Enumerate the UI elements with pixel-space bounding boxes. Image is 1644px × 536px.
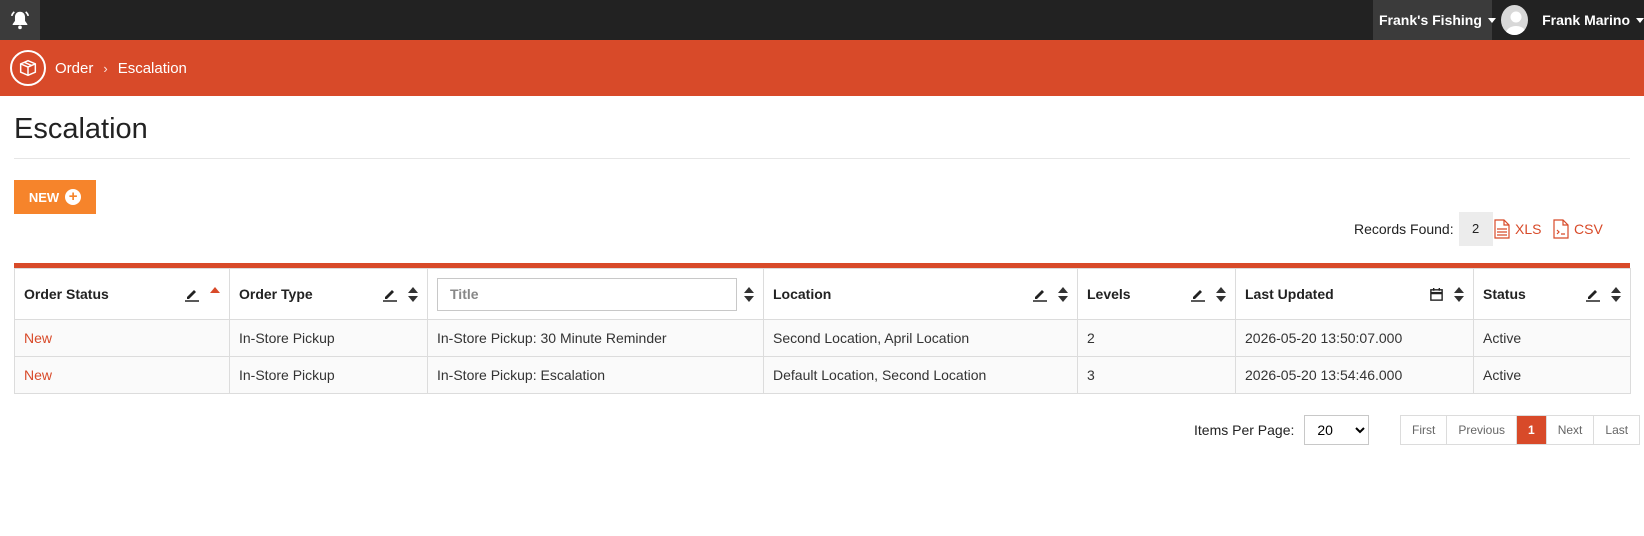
records-count: 2 xyxy=(1458,212,1493,246)
breadcrumb-current: Escalation xyxy=(117,59,187,77)
cell-order-status: New xyxy=(14,356,230,394)
column-label: Order Type xyxy=(239,286,313,302)
page-title: Escalation xyxy=(14,113,148,145)
sort-icon[interactable] xyxy=(744,286,754,302)
export-xls-button[interactable]: XLS xyxy=(1494,218,1541,240)
column-location[interactable]: Location xyxy=(763,268,1078,320)
chevron-down-icon xyxy=(1636,17,1644,23)
cell-order-status: New xyxy=(14,319,230,357)
breadcrumb-order-link[interactable]: Order xyxy=(55,60,93,77)
notifications-button[interactable] xyxy=(0,0,40,40)
csv-file-icon xyxy=(1553,219,1569,239)
cell-status: Active xyxy=(1473,356,1631,394)
column-levels[interactable]: Levels xyxy=(1077,268,1236,320)
next-page-button[interactable]: Next xyxy=(1546,416,1595,444)
column-label: Location xyxy=(773,286,832,302)
pencil-icon[interactable] xyxy=(1032,286,1048,302)
last-page-button[interactable]: Last xyxy=(1594,416,1640,444)
column-label: Order Status xyxy=(24,286,109,302)
avatar xyxy=(1501,5,1529,35)
pencil-icon[interactable] xyxy=(1585,286,1601,302)
user-menu[interactable]: Frank Marino xyxy=(1494,0,1644,40)
sort-icon[interactable] xyxy=(1058,286,1068,302)
new-button-label: NEW xyxy=(28,189,60,205)
sort-icon[interactable] xyxy=(408,286,418,302)
table-row[interactable]: New In-Store Pickup In-Store Pickup: Esc… xyxy=(14,356,1631,394)
user-name: Frank Marino xyxy=(1542,12,1630,28)
cell-title: In-Store Pickup: Escalation xyxy=(427,356,764,394)
cell-location: Second Location, April Location xyxy=(763,319,1078,357)
bell-icon xyxy=(10,11,30,30)
items-per-page: Items Per Page: 20 xyxy=(1194,415,1370,445)
escalation-table: Order Status Order Type Title Location L… xyxy=(14,268,1631,394)
plus-circle-icon: + xyxy=(65,189,82,205)
pencil-icon[interactable] xyxy=(382,286,398,302)
column-label: Levels xyxy=(1087,286,1131,302)
column-status[interactable]: Status xyxy=(1473,268,1631,320)
column-label: Status xyxy=(1483,286,1526,302)
cell-order-type: In-Store Pickup xyxy=(229,319,428,357)
top-navbar: Frank's Fishing Frank Marino xyxy=(0,0,1644,40)
cell-status: Active xyxy=(1473,319,1631,357)
cell-last-updated: 2026-05-20 13:50:07.000 xyxy=(1235,319,1474,357)
title-filter-input[interactable] xyxy=(437,277,737,311)
sort-icon[interactable] xyxy=(1454,286,1464,302)
cell-last-updated: 2026-05-20 13:54:46.000 xyxy=(1235,356,1474,394)
records-found-label: Records Found: xyxy=(1354,221,1454,237)
items-per-page-label: Items Per Page: xyxy=(1194,422,1295,438)
export-csv-button[interactable]: CSV xyxy=(1553,218,1603,240)
csv-label: CSV xyxy=(1574,221,1603,237)
store-selector[interactable]: Frank's Fishing xyxy=(1373,0,1496,40)
package-box-icon xyxy=(10,50,46,86)
cell-order-type: In-Store Pickup xyxy=(229,356,428,394)
calendar-icon[interactable] xyxy=(1429,287,1444,302)
xls-label: XLS xyxy=(1515,221,1542,237)
breadcrumb: Order › Escalation xyxy=(55,40,187,96)
first-page-button[interactable]: First xyxy=(1401,416,1448,444)
table-row[interactable]: New In-Store Pickup In-Store Pickup: 30 … xyxy=(14,319,1631,357)
sort-icon[interactable] xyxy=(1611,286,1621,302)
column-last-updated[interactable]: Last Updated xyxy=(1235,268,1474,320)
order-status-link[interactable]: New xyxy=(24,330,52,346)
column-label: Last Updated xyxy=(1245,286,1334,302)
cell-levels: 2 xyxy=(1077,319,1236,357)
pagination: First Previous 1 Next Last xyxy=(1400,415,1641,445)
sort-icon[interactable] xyxy=(210,286,220,302)
sort-icon[interactable] xyxy=(1216,286,1226,302)
divider xyxy=(14,158,1630,159)
column-order-type[interactable]: Order Type xyxy=(229,268,428,320)
items-per-page-select[interactable]: 20 xyxy=(1304,415,1370,445)
page-1-button[interactable]: 1 xyxy=(1517,416,1547,444)
pencil-icon[interactable] xyxy=(184,286,200,302)
cell-levels: 3 xyxy=(1077,356,1236,394)
column-title xyxy=(427,268,764,320)
store-name: Frank's Fishing xyxy=(1379,12,1482,28)
column-order-status[interactable]: Order Status xyxy=(14,268,230,320)
order-status-link[interactable]: New xyxy=(24,367,52,383)
breadcrumb-bar: Order › Escalation xyxy=(0,40,1644,96)
table-header-row: Order Status Order Type Title Location L… xyxy=(14,268,1631,320)
cell-location: Default Location, Second Location xyxy=(763,356,1078,394)
previous-page-button[interactable]: Previous xyxy=(1447,416,1518,444)
pencil-icon[interactable] xyxy=(1190,286,1206,302)
records-found: Records Found: 2 xyxy=(1354,212,1493,246)
chevron-right-icon: › xyxy=(103,60,108,76)
new-button[interactable]: NEW + xyxy=(14,180,96,214)
cell-title: In-Store Pickup: 30 Minute Reminder xyxy=(427,319,764,357)
xls-file-icon xyxy=(1494,219,1510,239)
